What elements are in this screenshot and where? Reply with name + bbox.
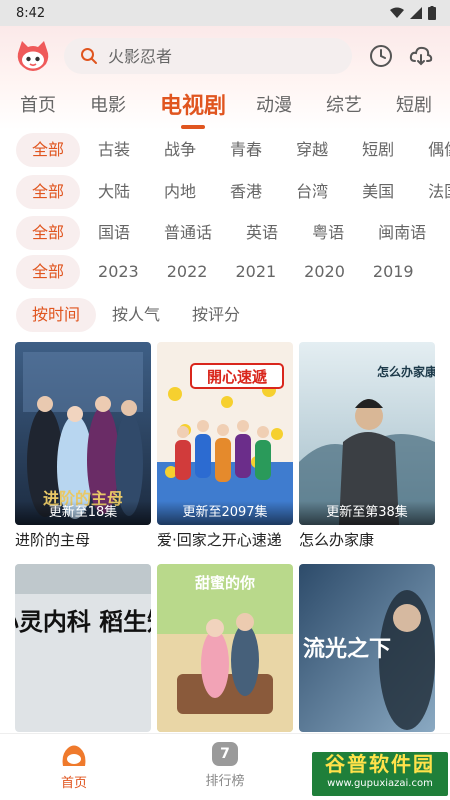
poster-artwork: 開心速遞 xyxy=(157,342,293,525)
sort-by-time-chip[interactable]: 按时间 xyxy=(16,298,97,332)
episode-badge: 更新至18集 xyxy=(15,501,151,525)
poster-title-text: 甜蜜的你 xyxy=(195,574,255,592)
sort-by-popularity-chip[interactable]: 按人气 xyxy=(112,298,160,332)
search-bar[interactable] xyxy=(64,38,352,74)
search-icon xyxy=(81,48,97,64)
video-card[interactable]: 心灵内科 稻生知 xyxy=(15,564,151,732)
language-chip[interactable]: 英语 xyxy=(246,216,278,250)
home-icon xyxy=(62,745,86,766)
region-chip[interactable]: 美国 xyxy=(362,175,394,209)
battery-icon xyxy=(428,6,436,20)
status-icons xyxy=(390,6,436,20)
year-chip[interactable]: 2021 xyxy=(235,255,276,289)
region-chip[interactable]: 香港 xyxy=(230,175,262,209)
year-chip[interactable]: 2019 xyxy=(373,255,414,289)
poster-image[interactable]: 甜蜜的你 xyxy=(157,564,293,732)
year-filter-row: 全部 2023 2022 2021 2020 2019 xyxy=(16,255,450,289)
app-logo-icon[interactable] xyxy=(16,40,50,72)
genre-chip[interactable]: 短剧 xyxy=(362,133,394,167)
poster-image[interactable]: 怎么办家康 更新至第38集 xyxy=(299,342,435,525)
cloud-download-icon[interactable] xyxy=(409,44,433,68)
video-title[interactable]: 爱·回家之开心速递 xyxy=(157,529,293,550)
year-chip[interactable]: 2023 xyxy=(98,255,139,289)
video-card[interactable]: 開心速遞 更新至2097集 爱·回家之开心速递 xyxy=(157,342,293,550)
region-filter-row: 全部 大陆 内地 香港 台湾 美国 法国 xyxy=(16,175,450,209)
poster-title-text: 開心速遞 xyxy=(207,368,268,386)
video-card[interactable]: 进阶的主母 更新至18集 进阶的主母 xyxy=(15,342,151,550)
year-chip-all[interactable]: 全部 xyxy=(16,255,81,289)
search-input[interactable] xyxy=(108,46,328,66)
tab-tv-series[interactable]: 电视剧 xyxy=(160,88,226,120)
genre-chip[interactable]: 古装 xyxy=(98,133,130,167)
genre-chip[interactable]: 青春 xyxy=(230,133,262,167)
poster-title-text: 流光之下 xyxy=(303,636,391,662)
nav-home[interactable]: 首页 xyxy=(34,742,114,791)
watermark-url: www.gupuxiazai.com xyxy=(327,778,433,789)
tab-movie[interactable]: 电影 xyxy=(90,91,126,117)
tab-home[interactable]: 首页 xyxy=(20,91,56,117)
video-title[interactable]: 怎么办家康 xyxy=(299,529,435,550)
poster-title-text: 心灵内科 稻生知 xyxy=(15,608,151,636)
language-chip-all[interactable]: 全部 xyxy=(16,216,81,250)
video-card[interactable]: 流光之下 xyxy=(299,564,435,732)
site-watermark: 谷普软件园 www.gupuxiazai.com xyxy=(312,752,448,796)
year-chip[interactable]: 2022 xyxy=(167,255,208,289)
wifi-icon xyxy=(390,7,404,18)
nav-home-label: 首页 xyxy=(60,776,87,791)
sort-by-rating-chip[interactable]: 按评分 xyxy=(192,298,240,332)
watermark-title: 谷普软件园 xyxy=(325,752,435,776)
nav-ranking[interactable]: 7 排行榜 xyxy=(185,742,265,789)
tab-anime[interactable]: 动漫 xyxy=(256,91,292,117)
genre-chip[interactable]: 偶像 xyxy=(428,133,450,167)
ranking-icon: 7 xyxy=(212,742,238,766)
poster-image[interactable]: 開心速遞 更新至2097集 xyxy=(157,342,293,525)
genre-filter-row: 全部 古装 战争 青春 穿越 短剧 偶像 xyxy=(16,133,450,167)
signal-icon xyxy=(410,7,422,19)
video-card[interactable]: 甜蜜的你 xyxy=(157,564,293,732)
status-time: 8:42 xyxy=(16,5,46,21)
nav-ranking-label: 排行榜 xyxy=(205,774,245,789)
episode-badge: 更新至第38集 xyxy=(299,501,435,525)
language-chip[interactable]: 粤语 xyxy=(312,216,344,250)
poster-artwork: 心灵内科 稻生知 xyxy=(15,564,151,732)
language-filter-row: 全部 国语 普通话 英语 粤语 闽南语 xyxy=(16,216,450,250)
language-chip[interactable]: 闽南语 xyxy=(378,216,426,250)
tab-variety[interactable]: 综艺 xyxy=(326,91,362,117)
top-bar xyxy=(0,36,450,76)
ranking-icon-number: 7 xyxy=(220,746,230,762)
region-chip[interactable]: 台湾 xyxy=(296,175,328,209)
tab-short-drama[interactable]: 短剧 xyxy=(396,91,432,117)
status-bar: 8:42 xyxy=(0,0,450,26)
sort-filter-row: 按时间 按人气 按评分 xyxy=(16,298,450,332)
poster-artwork: 进阶的主母 xyxy=(15,342,151,525)
poster-title-text: 怎么办家康 xyxy=(377,364,435,379)
year-chip[interactable]: 2020 xyxy=(304,255,345,289)
poster-image[interactable]: 流光之下 xyxy=(299,564,435,732)
history-clock-icon[interactable] xyxy=(369,44,393,68)
poster-artwork: 怎么办家康 xyxy=(299,342,435,525)
poster-artwork: 甜蜜的你 xyxy=(157,564,293,732)
language-chip[interactable]: 国语 xyxy=(98,216,130,250)
region-chip[interactable]: 内地 xyxy=(164,175,196,209)
video-title[interactable]: 进阶的主母 xyxy=(15,529,151,550)
poster-artwork: 流光之下 xyxy=(299,564,435,732)
language-chip[interactable]: 普通话 xyxy=(164,216,212,250)
region-chip-all[interactable]: 全部 xyxy=(16,175,81,209)
poster-image[interactable]: 心灵内科 稻生知 xyxy=(15,564,151,732)
region-chip[interactable]: 法国 xyxy=(428,175,450,209)
poster-image[interactable]: 进阶的主母 更新至18集 xyxy=(15,342,151,525)
episode-badge: 更新至2097集 xyxy=(157,501,293,525)
video-card[interactable]: 怎么办家康 更新至第38集 怎么办家康 xyxy=(299,342,435,550)
region-chip[interactable]: 大陆 xyxy=(98,175,130,209)
genre-chip[interactable]: 穿越 xyxy=(296,133,328,167)
category-tabs: 首页 电影 电视剧 动漫 综艺 短剧 xyxy=(0,82,450,126)
genre-chip-all[interactable]: 全部 xyxy=(16,133,81,167)
genre-chip[interactable]: 战争 xyxy=(164,133,196,167)
